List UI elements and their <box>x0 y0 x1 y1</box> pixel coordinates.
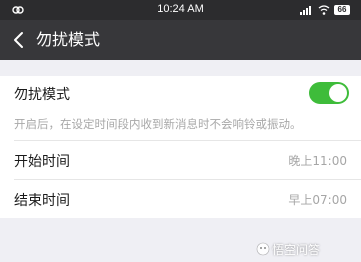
toggle-knob <box>329 84 347 102</box>
end-time-label[interactable]: 结束时间 <box>14 190 70 210</box>
start-time-value[interactable]: 晚上11:00 <box>288 152 347 169</box>
end-time-value[interactable]: 早上07:00 <box>288 191 347 208</box>
status-bar: 10:24 AM 66 <box>0 0 361 20</box>
page-title: 勿扰模式 <box>36 30 101 49</box>
signal-icon <box>300 5 314 15</box>
divider <box>14 140 361 141</box>
nav-bar: 勿扰模式 <box>0 20 361 60</box>
dnd-label: 勿扰模式 <box>14 87 70 103</box>
battery-icon: 66 <box>334 5 350 15</box>
dnd-description: 开启后，在设定时间段内收到新消息时不会响铃或振动。 <box>14 117 302 131</box>
watermark-icon <box>256 242 270 256</box>
divider <box>14 179 361 180</box>
back-icon[interactable] <box>8 28 30 52</box>
dnd-toggle[interactable] <box>309 82 349 104</box>
start-time-label[interactable]: 开始时间 <box>14 151 70 171</box>
wifi-icon <box>318 5 330 15</box>
watermark-text: 悟空问答 <box>272 243 321 257</box>
